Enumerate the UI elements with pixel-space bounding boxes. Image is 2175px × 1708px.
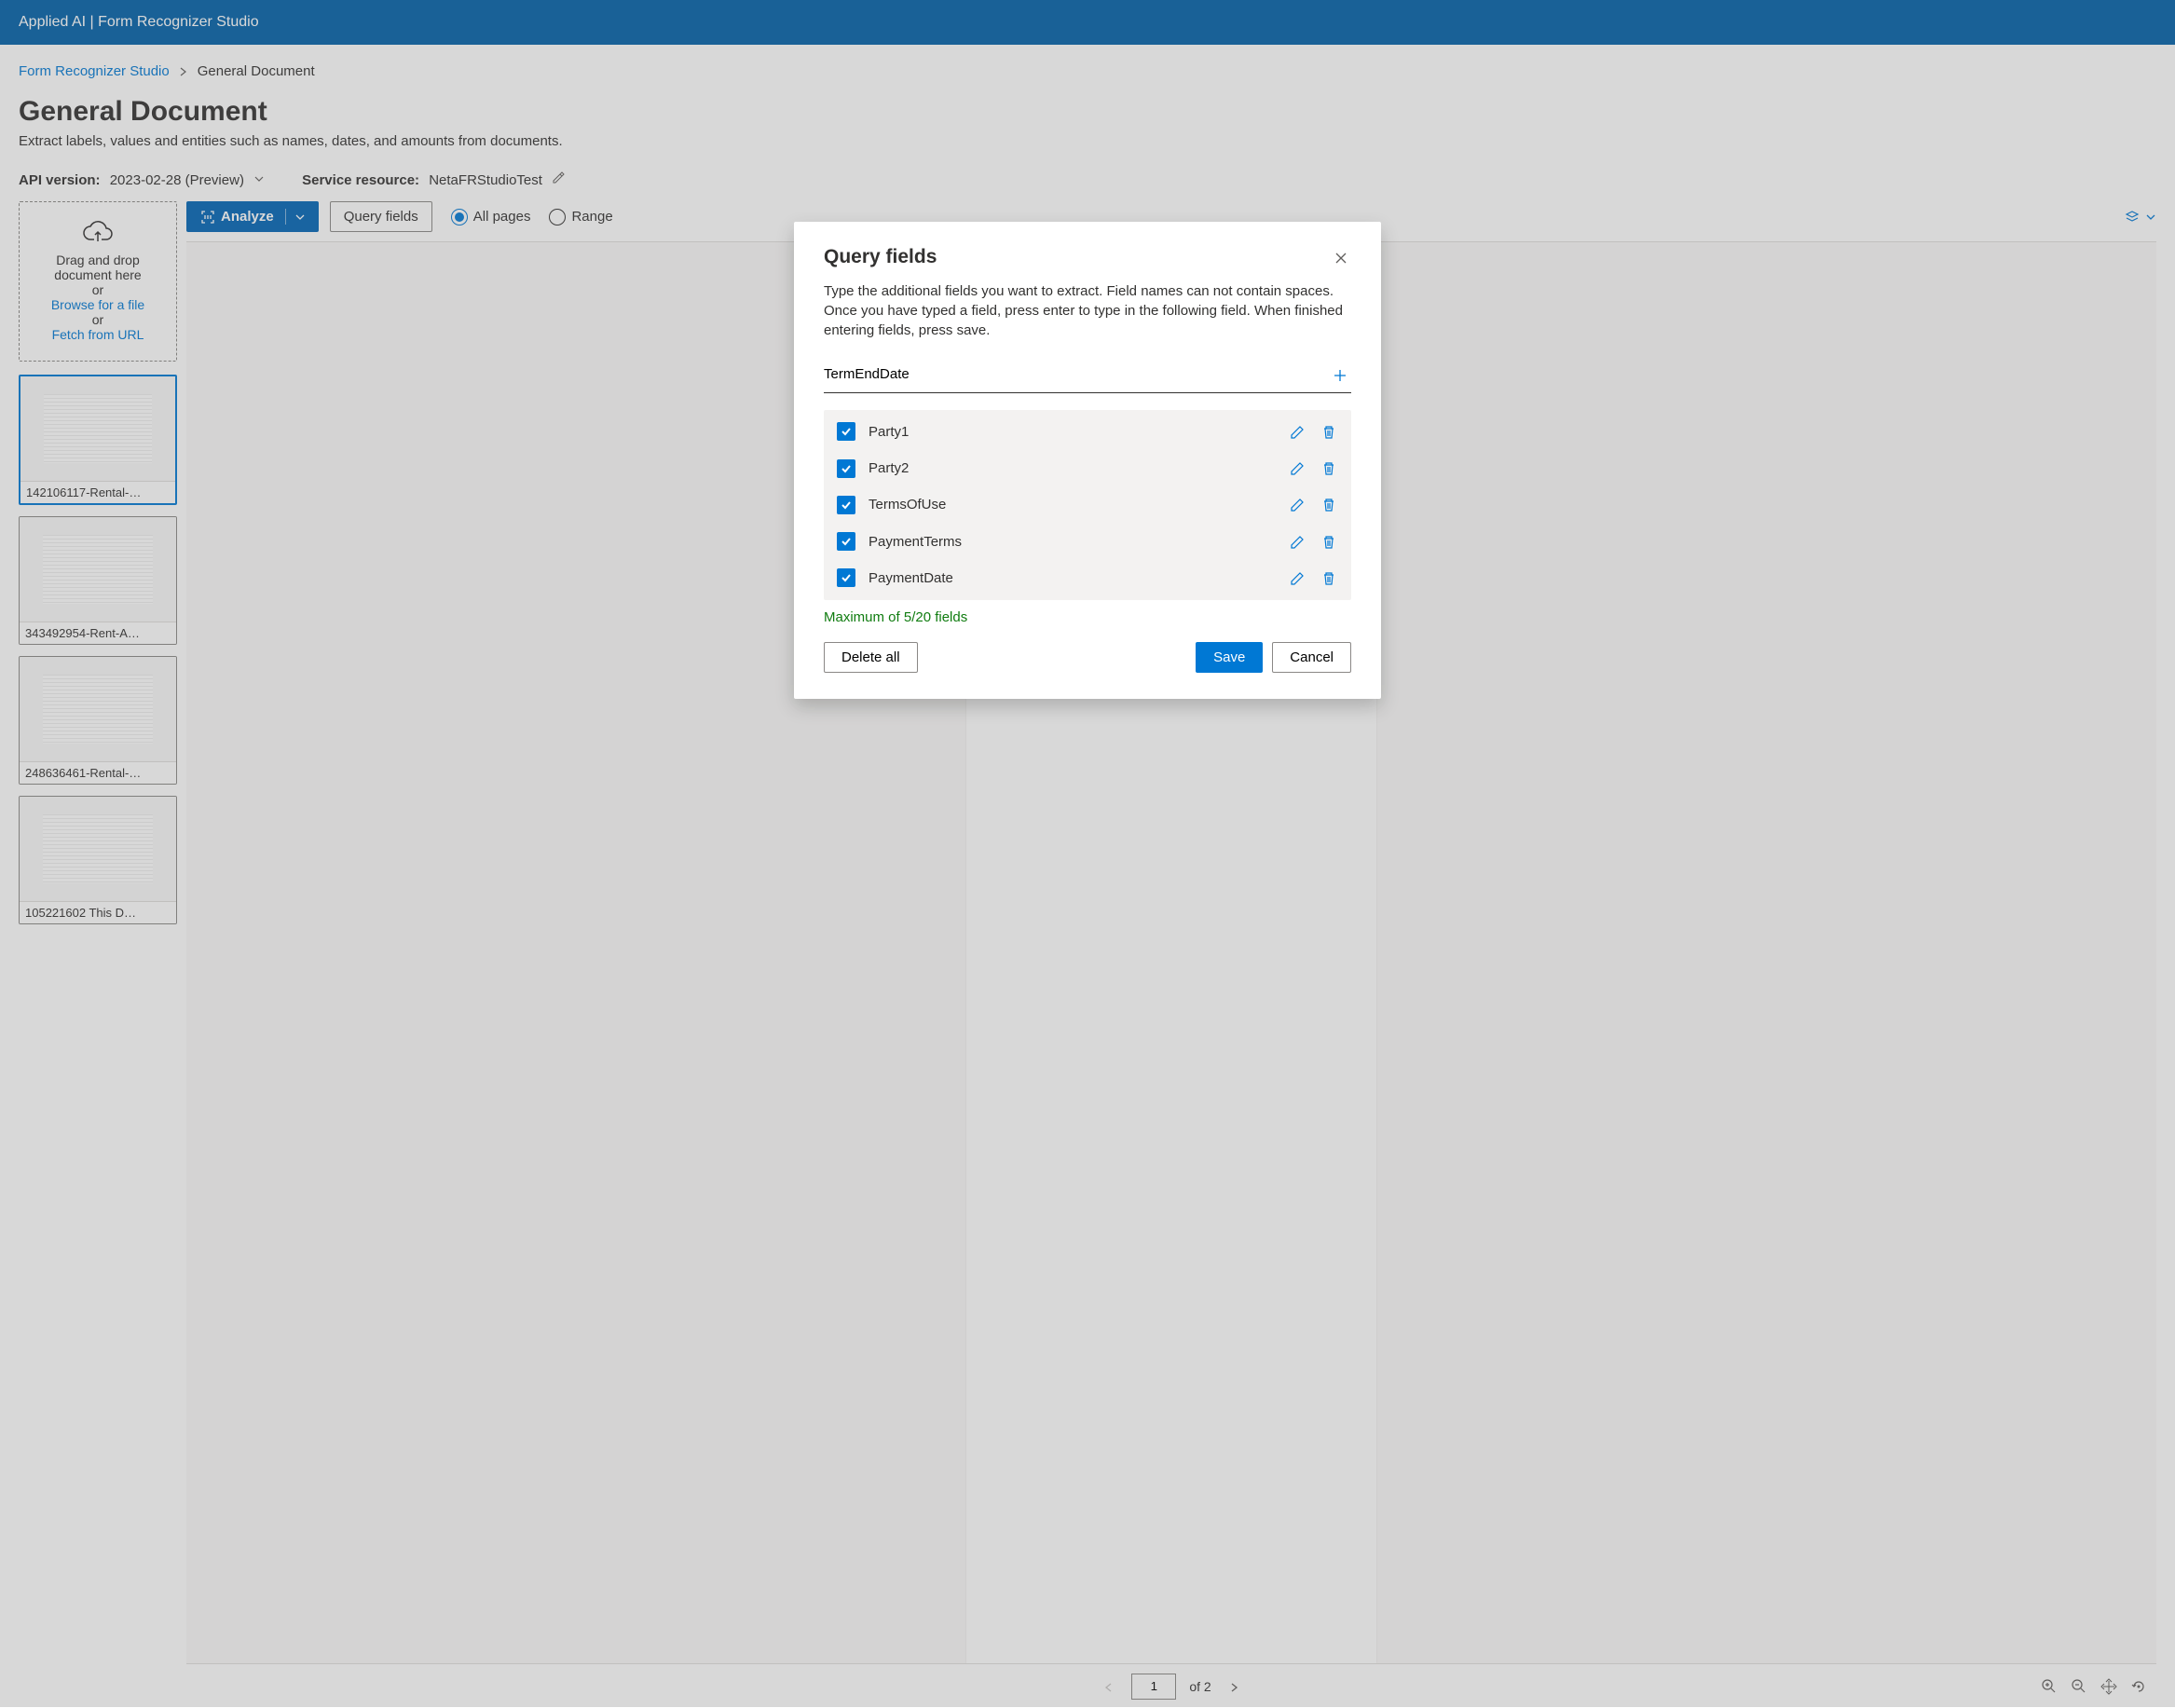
field-name-label: PaymentDate <box>869 570 1275 586</box>
field-count-text: Maximum of 5/20 fields <box>824 609 1351 625</box>
edit-field-button[interactable] <box>1288 531 1306 551</box>
field-row: PaymentDate <box>824 560 1351 596</box>
delete-field-button[interactable] <box>1320 495 1338 514</box>
check-icon <box>841 536 852 547</box>
field-name-label: TermsOfUse <box>869 497 1275 512</box>
check-icon <box>841 572 852 583</box>
delete-field-button[interactable] <box>1320 458 1338 478</box>
pencil-icon <box>1290 571 1305 586</box>
edit-field-button[interactable] <box>1288 568 1306 588</box>
delete-field-button[interactable] <box>1320 531 1338 551</box>
field-row: PaymentTerms <box>824 523 1351 559</box>
check-icon <box>841 463 852 474</box>
save-button[interactable]: Save <box>1196 642 1263 673</box>
field-checkbox[interactable] <box>837 459 855 478</box>
modal-description: Type the additional fields you want to e… <box>824 281 1351 340</box>
close-icon <box>1334 252 1347 265</box>
field-name-input[interactable] <box>824 362 1329 386</box>
trash-icon <box>1321 461 1336 476</box>
trash-icon <box>1321 535 1336 550</box>
field-input-row <box>824 357 1351 392</box>
field-checkbox[interactable] <box>837 496 855 514</box>
delete-all-button[interactable]: Delete all <box>824 642 918 673</box>
edit-field-button[interactable] <box>1288 422 1306 442</box>
trash-icon <box>1321 571 1336 586</box>
add-field-button[interactable] <box>1329 362 1351 386</box>
check-icon <box>841 499 852 511</box>
query-fields-dialog: Query fields Type the additional fields … <box>794 222 1381 699</box>
check-icon <box>841 426 852 437</box>
pencil-icon <box>1290 498 1305 512</box>
modal-overlay[interactable]: Query fields Type the additional fields … <box>0 0 2175 1707</box>
field-checkbox[interactable] <box>837 422 855 441</box>
field-row: Party1 <box>824 414 1351 450</box>
delete-field-button[interactable] <box>1320 568 1338 588</box>
close-button[interactable] <box>1331 246 1351 268</box>
field-row: Party2 <box>824 450 1351 486</box>
pencil-icon <box>1290 535 1305 550</box>
edit-field-button[interactable] <box>1288 458 1306 478</box>
cancel-button[interactable]: Cancel <box>1272 642 1351 673</box>
field-name-label: Party1 <box>869 424 1275 440</box>
pencil-icon <box>1290 461 1305 476</box>
trash-icon <box>1321 425 1336 440</box>
field-name-label: PaymentTerms <box>869 534 1275 550</box>
modal-actions: Delete all Save Cancel <box>824 642 1351 673</box>
field-checkbox[interactable] <box>837 568 855 587</box>
delete-field-button[interactable] <box>1320 422 1338 442</box>
field-row: TermsOfUse <box>824 486 1351 523</box>
field-list: Party1 Party2 TermsOfUse PaymentTerms Pa… <box>824 410 1351 600</box>
edit-field-button[interactable] <box>1288 495 1306 514</box>
field-name-label: Party2 <box>869 460 1275 476</box>
pencil-icon <box>1290 425 1305 440</box>
plus-icon <box>1333 368 1347 383</box>
trash-icon <box>1321 498 1336 512</box>
field-checkbox[interactable] <box>837 532 855 551</box>
modal-title: Query fields <box>824 246 937 268</box>
